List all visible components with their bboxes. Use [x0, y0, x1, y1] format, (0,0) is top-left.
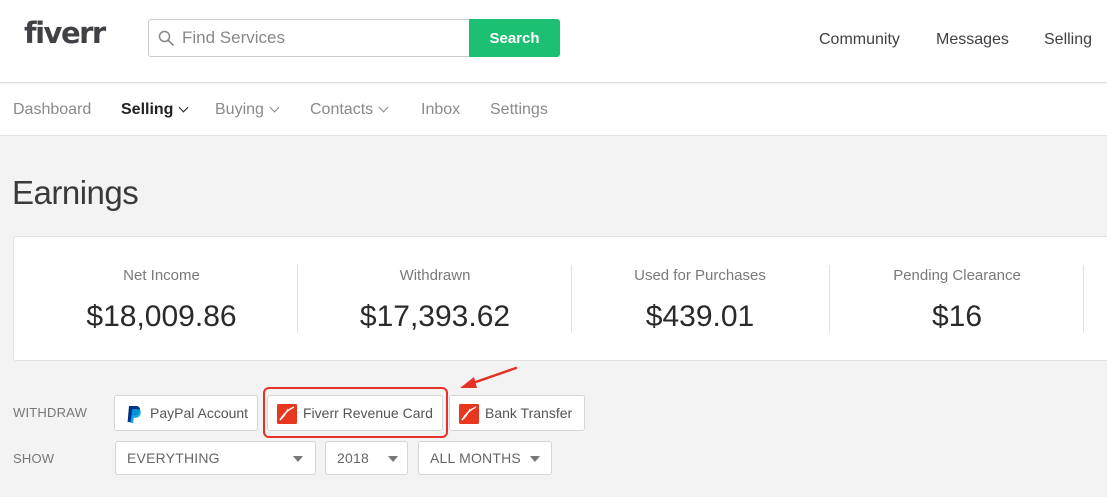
top-header: fiverr Search Community Messages Selling: [0, 0, 1107, 83]
stat-pending-clearance: Pending Clearance $16: [832, 237, 1082, 362]
subnav-buying[interactable]: Buying: [215, 101, 280, 119]
search-input[interactable]: [148, 19, 470, 57]
stat-divider: [1083, 265, 1084, 333]
subnav-selling[interactable]: Selling: [121, 101, 189, 119]
subnav-dashboard[interactable]: Dashboard: [13, 101, 91, 119]
nav-selling[interactable]: Selling: [1044, 31, 1092, 49]
chevron-down-icon: [179, 102, 189, 113]
bank-transfer-icon: [459, 404, 479, 424]
button-label: PayPal Account: [150, 405, 249, 421]
search-button[interactable]: Search: [469, 19, 560, 57]
search-bar: Search: [148, 19, 560, 57]
fiverr-logo[interactable]: fiverr: [24, 16, 106, 50]
stat-label: Pending Clearance: [893, 267, 1021, 284]
stat-divider: [571, 265, 572, 333]
annotation-highlight-box: [263, 387, 448, 438]
nav-messages[interactable]: Messages: [936, 31, 1009, 49]
stat-value: $18,009.86: [86, 300, 237, 333]
nav-community[interactable]: Community: [819, 31, 900, 49]
stat-value: $439.01: [645, 300, 755, 333]
select-value: 2018: [337, 450, 369, 466]
select-value: ALL MONTHS: [430, 450, 521, 466]
stat-label: Withdrawn: [399, 267, 471, 284]
chevron-down-icon: [269, 102, 280, 113]
type-filter-select[interactable]: EVERYTHING: [115, 441, 316, 475]
caret-down-icon: [388, 456, 398, 462]
subnav-inbox[interactable]: Inbox: [421, 101, 460, 119]
stat-divider: [829, 265, 830, 333]
subnav-settings[interactable]: Settings: [490, 101, 548, 119]
subnav-contacts[interactable]: Contacts: [310, 101, 389, 119]
subnav-label: Contacts: [310, 101, 374, 118]
page-title: Earnings: [12, 174, 139, 211]
stat-net-income: Net Income $18,009.86: [34, 237, 289, 362]
caret-down-icon: [530, 456, 540, 462]
sub-navigation: Dashboard Selling Buying Contacts Inbox …: [0, 84, 1107, 136]
subnav-label: Inbox: [421, 101, 461, 118]
stat-withdrawn: Withdrawn $17,393.62: [304, 237, 566, 362]
select-value: EVERYTHING: [127, 450, 220, 466]
earnings-summary: Net Income $18,009.86 Withdrawn $17,393.…: [13, 236, 1107, 361]
stat-divider: [297, 265, 298, 333]
year-filter-select[interactable]: 2018: [325, 441, 408, 475]
annotation-arrow-icon: [460, 366, 518, 388]
stat-value: $17,393.62: [359, 300, 511, 333]
subnav-label: Dashboard: [13, 101, 92, 118]
subnav-label: Buying: [215, 101, 264, 118]
subnav-label: Selling: [121, 101, 174, 118]
paypal-icon: [127, 406, 141, 423]
caret-down-icon: [293, 456, 303, 462]
stat-value: $16: [931, 300, 983, 333]
bank-transfer-button[interactable]: Bank Transfer: [449, 395, 585, 431]
button-label: Bank Transfer: [485, 405, 573, 421]
month-filter-select[interactable]: ALL MONTHS: [418, 441, 552, 475]
chevron-down-icon: [378, 102, 389, 113]
stat-label: Net Income: [123, 267, 200, 284]
paypal-account-button[interactable]: PayPal Account: [114, 395, 258, 431]
show-label: SHOW: [13, 451, 55, 466]
search-icon: [158, 30, 174, 46]
stat-used-for-purchases: Used for Purchases $439.01: [574, 237, 826, 362]
withdraw-label: WITHDRAW: [13, 405, 88, 420]
stat-label: Used for Purchases: [634, 267, 766, 284]
subnav-label: Settings: [490, 101, 548, 118]
